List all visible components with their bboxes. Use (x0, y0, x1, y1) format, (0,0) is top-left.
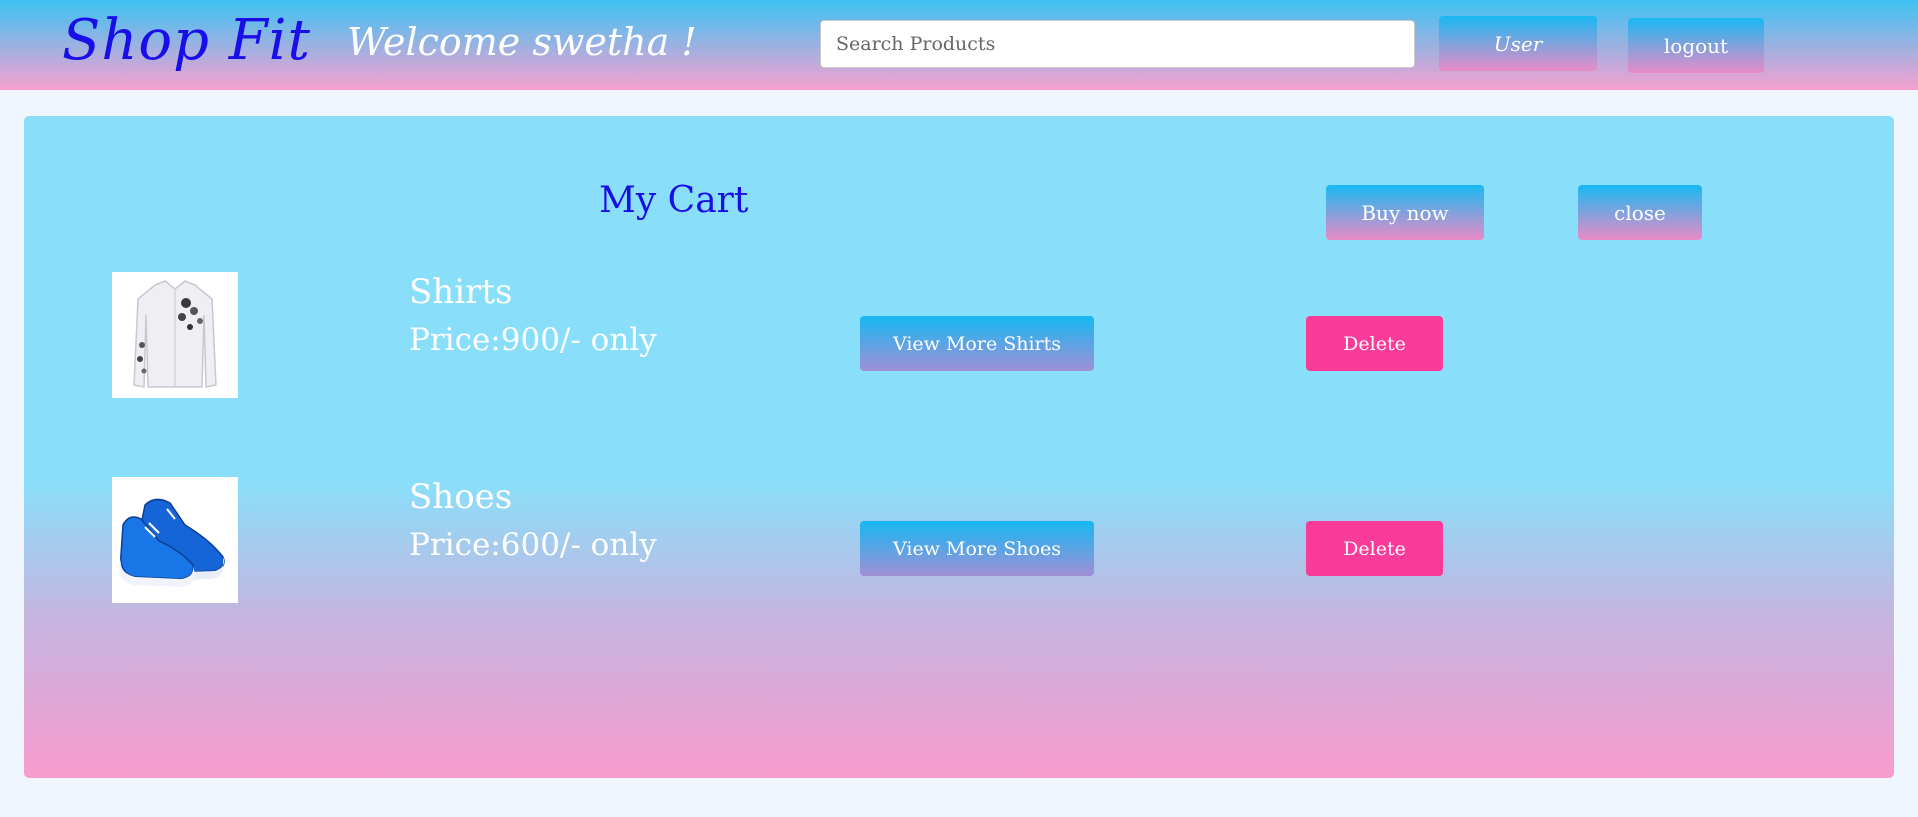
cart-title: My Cart (599, 180, 749, 221)
cart-item-shoes: Shoes Price:600/- only View More Shoes D… (24, 477, 1894, 607)
item-price: Price:600/- only (409, 527, 657, 563)
close-button[interactable]: close (1578, 185, 1702, 240)
delete-shoes-button[interactable]: Delete (1306, 521, 1443, 576)
item-price: Price:900/- only (409, 322, 657, 358)
logout-button[interactable]: logout (1628, 18, 1764, 73)
shirt-image (112, 272, 238, 398)
shirt-icon (133, 280, 217, 388)
delete-shirts-button[interactable]: Delete (1306, 316, 1443, 371)
item-name: Shoes (409, 477, 513, 517)
welcome-message: Welcome swetha ! (347, 20, 697, 64)
top-nav-bar: Shop Fit Welcome swetha ! User logout (0, 0, 1918, 90)
user-button[interactable]: User (1439, 16, 1597, 71)
buy-now-button[interactable]: Buy now (1326, 185, 1484, 240)
search-input[interactable] (820, 20, 1415, 68)
brand-logo[interactable]: Shop Fit (62, 8, 311, 73)
item-name: Shirts (409, 272, 513, 312)
shoes-image (112, 477, 238, 603)
cart-panel: My Cart Buy now close Shirts Price:900/-… (24, 116, 1894, 778)
view-more-shirts-button[interactable]: View More Shirts (860, 316, 1094, 371)
view-more-shoes-button[interactable]: View More Shoes (860, 521, 1094, 576)
cart-item-shirts: Shirts Price:900/- only View More Shirts… (24, 272, 1894, 402)
sneaker-icon (118, 498, 225, 587)
